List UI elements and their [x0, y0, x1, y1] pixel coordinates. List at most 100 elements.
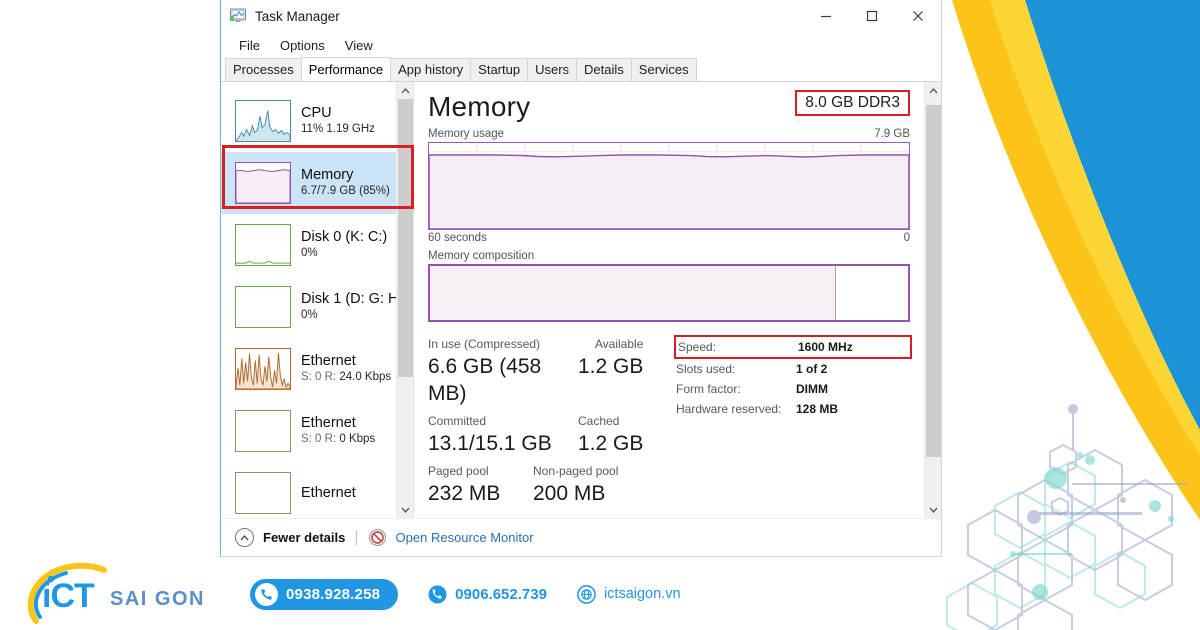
- resource-list: CPU 11% 1.19 GHz Memory 6.7/7.9 GB (85%)…: [221, 82, 396, 518]
- memory-kind-label: 8.0 GB DDR3: [805, 94, 900, 111]
- tab-users[interactable]: Users: [527, 58, 578, 81]
- globe-icon: [577, 584, 596, 604]
- website-url: ictsaigon.vn: [603, 586, 681, 602]
- tab-details[interactable]: Details: [576, 58, 632, 81]
- ethernet-3-thumbnail: [235, 472, 291, 514]
- resource-sidebar: CPU 11% 1.19 GHz Memory 6.7/7.9 GB (85%)…: [221, 82, 414, 518]
- menu-bar: File Options View: [221, 32, 941, 58]
- svg-text:iCT: iCT: [42, 577, 95, 615]
- sidebar-item-ethernet-3[interactable]: Ethernet: [221, 462, 396, 518]
- sidebar-item-label: Disk 1 (D: G: H: [301, 291, 396, 307]
- sidebar-item-ethernet-1[interactable]: Ethernet S: 0 R: 24.0 Kbps: [221, 338, 396, 400]
- detail-header: Memory 8.0 GB DDR3: [428, 90, 910, 124]
- menu-item-file[interactable]: File: [231, 36, 268, 55]
- sidebar-item-label: Ethernet: [301, 415, 356, 431]
- sidebar-scroll-track[interactable]: [397, 99, 414, 501]
- sidebar-item-disk-1[interactable]: Disk 1 (D: G: H 0%: [221, 276, 396, 338]
- detail-scroll-thumb[interactable]: [925, 105, 941, 457]
- stat-non-paged-pool: Non-paged pool 200 MB: [533, 462, 618, 507]
- spec-value: 128 MB: [796, 402, 839, 416]
- stat-caption: Cached: [578, 414, 620, 428]
- scroll-down-icon[interactable]: [397, 501, 414, 518]
- secondary-phone-number: 0906.652.739: [455, 585, 547, 603]
- scroll-up-icon[interactable]: [397, 82, 414, 99]
- stat-committed: Committed 13.1/15.1 GB: [428, 412, 578, 457]
- primary-phone-number: 0938.928.258: [286, 585, 381, 603]
- primary-phone-button[interactable]: 0938.928.258: [250, 578, 399, 610]
- task-manager-icon: [230, 8, 246, 22]
- resource-monitor-icon[interactable]: [368, 528, 387, 547]
- minimize-button[interactable]: [803, 0, 849, 32]
- sidebar-item-sub: 6.7/7.9 GB (85%): [301, 185, 390, 197]
- stats-line-2: Committed 13.1/15.1 GB Cached 1.2 GB: [428, 412, 668, 457]
- secondary-phone-item[interactable]: 0906.652.739: [428, 585, 547, 604]
- memory-stats-row: In use (Compressed) 6.6 GB (458 MB) Avai…: [428, 335, 912, 512]
- memory-kind-badge: 8.0 GB DDR3: [795, 90, 910, 116]
- window-title: Task Manager: [255, 8, 340, 24]
- spec-form-factor: Form factor: DIMM: [676, 379, 910, 399]
- stat-value: 232 MB: [428, 482, 501, 505]
- tab-services[interactable]: Services: [630, 58, 697, 81]
- menu-item-view[interactable]: View: [337, 36, 381, 55]
- memory-text: Memory 6.7/7.9 GB (85%): [301, 167, 390, 199]
- website-item[interactable]: ictsaigon.vn: [577, 584, 681, 604]
- stat-caption: Paged pool: [428, 464, 489, 478]
- scroll-down-icon[interactable]: [925, 501, 942, 518]
- stat-caption: Available: [594, 337, 644, 351]
- scroll-up-icon[interactable]: [925, 82, 942, 99]
- fewer-details-button[interactable]: Fewer details: [263, 530, 345, 545]
- memory-thumbnail: [235, 162, 291, 204]
- ethernet-2-text: Ethernet S: 0 R: 0 Kbps: [301, 415, 375, 447]
- detail-scroll-track[interactable]: [925, 99, 942, 501]
- eth1-sub-value: 24.0 Kbps: [339, 371, 392, 383]
- sidebar-item-ethernet-2[interactable]: Ethernet S: 0 R: 0 Kbps: [221, 400, 396, 462]
- sidebar-scrollbar[interactable]: [396, 82, 413, 518]
- stat-caption: Committed: [428, 414, 487, 428]
- open-resource-monitor-link[interactable]: Open Resource Monitor: [396, 530, 534, 545]
- stats-line-3: Paged pool 232 MB Non-paged pool 200 MB: [428, 462, 668, 507]
- usage-max-label: 7.9 GB: [874, 128, 910, 140]
- stat-value: 1.2 GB: [578, 355, 644, 378]
- sidebar-item-cpu[interactable]: CPU 11% 1.19 GHz: [221, 90, 396, 152]
- sidebar-item-sub: 0%: [301, 247, 318, 259]
- tab-performance[interactable]: Performance: [300, 57, 392, 81]
- disk-1-thumbnail: [235, 286, 291, 328]
- footer-separator: |: [354, 528, 359, 546]
- usage-label-row: Memory usage 7.9 GB: [428, 128, 910, 140]
- spec-key: Hardware reserved:: [676, 402, 782, 416]
- sidebar-item-memory[interactable]: Memory 6.7/7.9 GB (85%): [221, 152, 396, 214]
- sidebar-item-sub: 11% 1.19 GHz: [301, 123, 375, 135]
- sidebar-item-sub: S: 0 R: 0 Kbps: [301, 432, 375, 447]
- close-button[interactable]: [895, 0, 941, 32]
- sidebar-scroll-thumb[interactable]: [397, 99, 413, 377]
- stat-caption: Non-paged pool: [533, 464, 619, 478]
- stat-available: Available 1.2 GB: [578, 335, 643, 407]
- tab-processes[interactable]: Processes: [225, 58, 302, 81]
- composition-free: [835, 266, 908, 320]
- composition-in-use: [430, 266, 836, 320]
- eth2-sub-value: 0 Kbps: [339, 433, 376, 445]
- sidebar-item-sub: 0%: [301, 309, 318, 321]
- memory-specs: Speed: 1600 MHz Slots used: 1 of 2 Form …: [668, 335, 912, 512]
- stat-value: 13.1/15.1 GB: [428, 432, 552, 455]
- chevron-up-icon[interactable]: [235, 528, 254, 547]
- window-footer: Fewer details | Open Resource Monitor: [221, 518, 941, 556]
- memory-stats: In use (Compressed) 6.6 GB (458 MB) Avai…: [428, 335, 668, 512]
- memory-composition-bar: [428, 264, 910, 322]
- memory-detail-pane: Memory 8.0 GB DDR3 Memory usage 7.9 GB 6…: [414, 82, 924, 518]
- spec-hardware-reserved: Hardware reserved: 128 MB: [676, 399, 910, 419]
- sidebar-item-disk-0[interactable]: Disk 0 (K: C:) 0%: [221, 214, 396, 276]
- sidebar-item-label: Memory: [301, 167, 354, 183]
- title-bar[interactable]: Task Manager: [221, 0, 941, 32]
- tab-startup[interactable]: Startup: [470, 58, 529, 81]
- tab-app-history[interactable]: App history: [390, 58, 472, 81]
- eth1-sub-prefix: S: 0 R:: [301, 371, 340, 383]
- detail-scrollbar[interactable]: [924, 82, 941, 518]
- menu-item-options[interactable]: Options: [272, 36, 333, 55]
- task-manager-window: Task Manager File Options View Processes: [220, 0, 942, 557]
- spec-value: 1600 MHz: [798, 340, 853, 354]
- sidebar-item-label: Ethernet: [301, 484, 356, 501]
- svg-text:SAI GON: SAI GON: [110, 588, 205, 610]
- usage-label: Memory usage: [428, 128, 505, 140]
- maximize-button[interactable]: [849, 0, 895, 32]
